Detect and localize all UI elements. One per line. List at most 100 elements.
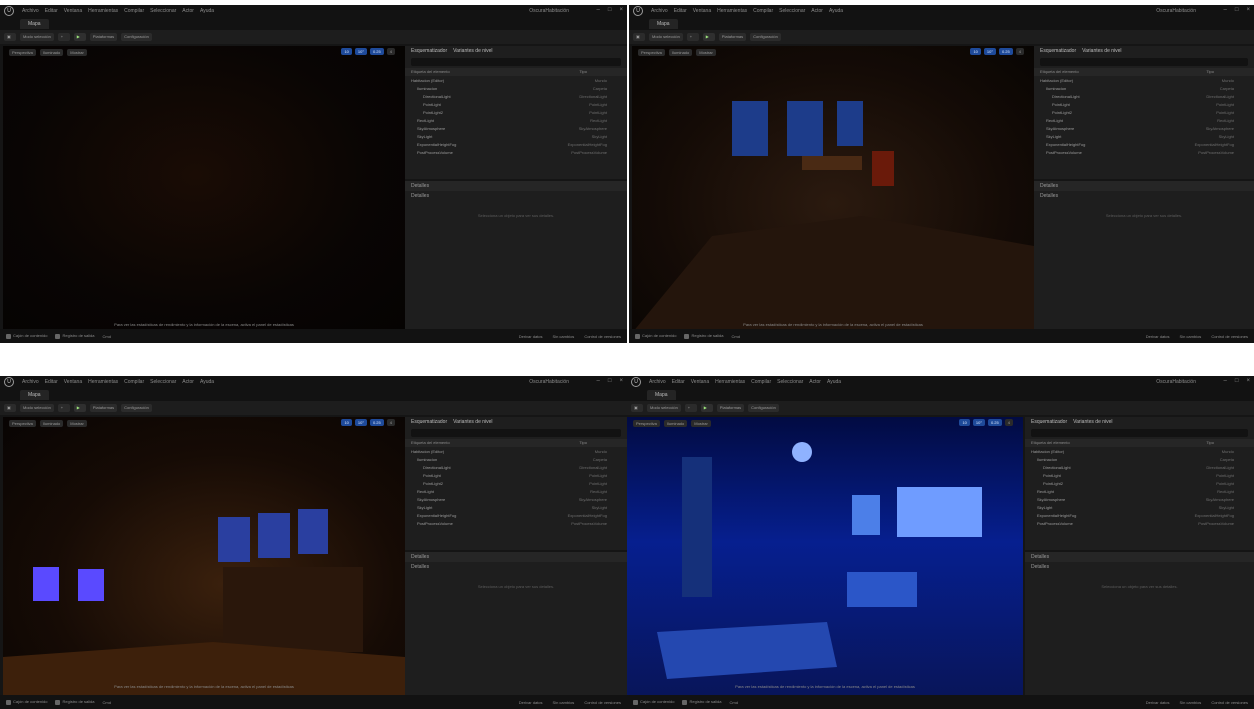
unreal-logo-icon[interactable]: U [633,6,643,16]
play-button[interactable]: ▶ [702,33,715,41]
play-button[interactable]: ▶ [73,404,86,412]
menu-item[interactable]: Archivo [22,379,39,385]
level-variants-tab[interactable]: Variantes de nivel [453,419,492,425]
save-icon[interactable]: ▣ [633,33,645,41]
menu-item[interactable]: Actor [811,8,823,14]
outliner-row[interactable]: Habitacion (Editor) Mundo [405,76,627,84]
show-button[interactable]: Mostrar [696,48,716,56]
menu-item[interactable]: Seleccionar [150,8,176,14]
settings-button[interactable]: Configuración [121,404,152,412]
outliner-row[interactable]: ExponentialHeightFog ExponentialHeightFog [405,511,627,519]
outliner-row[interactable]: Iluminacion Carpeta [1025,455,1254,463]
outliner-row[interactable]: DirectionalLight DirectionalLight [1025,463,1254,471]
output-log-button[interactable]: Registro de salida [684,333,724,339]
level-variants-tab[interactable]: Variantes de nivel [453,48,492,54]
play-button[interactable]: ▶ [700,404,713,412]
minimize-icon[interactable]: – [597,7,600,13]
content-drawer-button[interactable]: Cajón de contenido [635,333,676,339]
cmd-input[interactable]: Cmd [732,334,740,339]
derived-data-button[interactable]: Derivar datos [1146,700,1170,705]
outliner-row[interactable]: PointLight PointLight [405,471,627,479]
outliner-row[interactable]: PointLight2 PointLight [1025,479,1254,487]
outliner-row[interactable]: Habitacion (Editor) Mundo [405,447,627,455]
outliner-row[interactable]: RectLight RectLight [1025,487,1254,495]
outliner-row[interactable]: SkyAtmosphere SkyAtmosphere [405,495,627,503]
save-icon[interactable]: ▣ [4,33,16,41]
menu-item[interactable]: Ventana [691,379,709,385]
outliner-row[interactable]: SkyLight SkyLight [1025,503,1254,511]
derived-data-button[interactable]: Derivar datos [519,700,543,705]
show-button[interactable]: Mostrar [691,419,711,427]
outliner-tab[interactable]: Esquematizador [1031,419,1067,425]
save-icon[interactable]: ▣ [4,404,16,412]
level-variants-tab[interactable]: Variantes de nivel [1082,48,1121,54]
cmd-input[interactable]: Cmd [103,334,111,339]
column-label[interactable]: Etiqueta del elemento [1031,439,1070,447]
outliner-row[interactable]: Iluminacion Carpeta [405,84,627,92]
settings-button[interactable]: Configuración [121,33,152,41]
source-control-button[interactable]: Control de versiones [1211,334,1248,339]
column-label[interactable]: Etiqueta del elemento [1040,68,1079,76]
outliner-search-input[interactable] [1031,429,1248,437]
outliner-row[interactable]: SkyLight SkyLight [1034,132,1254,140]
add-icon[interactable]: + [686,33,699,41]
outliner-row[interactable]: SkyAtmosphere SkyAtmosphere [1034,124,1254,132]
outliner-row[interactable]: Habitacion (Editor) Mundo [1025,447,1254,455]
tab-map[interactable]: Mapa [20,390,49,400]
menu-item[interactable]: Ventana [693,8,711,14]
outliner-row[interactable]: RectLight RectLight [405,116,627,124]
outliner-row[interactable]: PointLight2 PointLight [405,479,627,487]
tab-map[interactable]: Mapa [649,19,678,29]
outliner-row[interactable]: PostProcessVolume PostProcessVolume [1025,519,1254,527]
menu-item[interactable]: Seleccionar [777,379,803,385]
details-tab[interactable]: Detalles [1034,181,1254,191]
level-variants-tab[interactable]: Variantes de nivel [1073,419,1112,425]
outliner-row[interactable]: SkyAtmosphere SkyAtmosphere [1025,495,1254,503]
show-button[interactable]: Mostrar [67,48,87,56]
outliner-row[interactable]: PointLight2 PointLight [1034,108,1254,116]
minimize-icon[interactable]: – [1224,378,1227,384]
minimize-icon[interactable]: – [597,378,600,384]
add-icon[interactable]: + [57,404,70,412]
outliner-search-input[interactable] [411,58,621,66]
show-button[interactable]: Mostrar [67,419,87,427]
details-subtab[interactable]: Detalles [405,191,627,201]
column-type[interactable]: Tipo [1206,68,1214,76]
outliner-search-input[interactable] [411,429,621,437]
menu-item[interactable]: Herramientas [88,8,118,14]
outliner-row[interactable]: SkyAtmosphere SkyAtmosphere [405,124,627,132]
content-drawer-button[interactable]: Cajón de contenido [6,333,47,339]
settings-button[interactable]: Configuración [750,33,781,41]
outliner-row[interactable]: Iluminacion Carpeta [405,455,627,463]
outliner-row[interactable]: PostProcessVolume PostProcessVolume [405,519,627,527]
menu-item[interactable]: Ventana [64,8,82,14]
platforms-button[interactable]: Plataformas [89,33,118,41]
minimize-icon[interactable]: – [1224,7,1227,13]
add-icon[interactable]: + [57,33,70,41]
outliner-row[interactable]: PostProcessVolume PostProcessVolume [405,148,627,156]
outliner-row[interactable]: Iluminacion Carpeta [1034,84,1254,92]
output-log-button[interactable]: Registro de salida [682,699,722,705]
play-button[interactable]: ▶ [73,33,86,41]
menu-item[interactable]: Compilar [753,8,773,14]
details-subtab[interactable]: Detalles [1034,191,1254,201]
source-control-button[interactable]: Control de versiones [584,700,621,705]
unreal-logo-icon[interactable]: U [4,6,14,16]
outliner-row[interactable]: PointLight PointLight [405,100,627,108]
outliner-row[interactable]: DirectionalLight DirectionalLight [405,92,627,100]
derived-data-button[interactable]: Derivar datos [1146,334,1170,339]
settings-button[interactable]: Configuración [748,404,779,412]
unsaved-button[interactable]: Sin cambios [553,700,575,705]
outliner-tab[interactable]: Esquematizador [411,419,447,425]
perspective-button[interactable]: Perspectiva [9,419,36,427]
platforms-button[interactable]: Plataformas [716,404,745,412]
outliner-row[interactable]: SkyLight SkyLight [405,503,627,511]
details-tab[interactable]: Detalles [405,181,627,191]
tab-map[interactable]: Mapa [647,390,676,400]
menu-item[interactable]: Ayuda [200,8,214,14]
source-control-button[interactable]: Control de versiones [584,334,621,339]
output-log-button[interactable]: Registro de salida [55,699,95,705]
cmd-input[interactable]: Cmd [730,700,738,705]
menu-item[interactable]: Editar [45,379,58,385]
source-control-button[interactable]: Control de versiones [1211,700,1248,705]
